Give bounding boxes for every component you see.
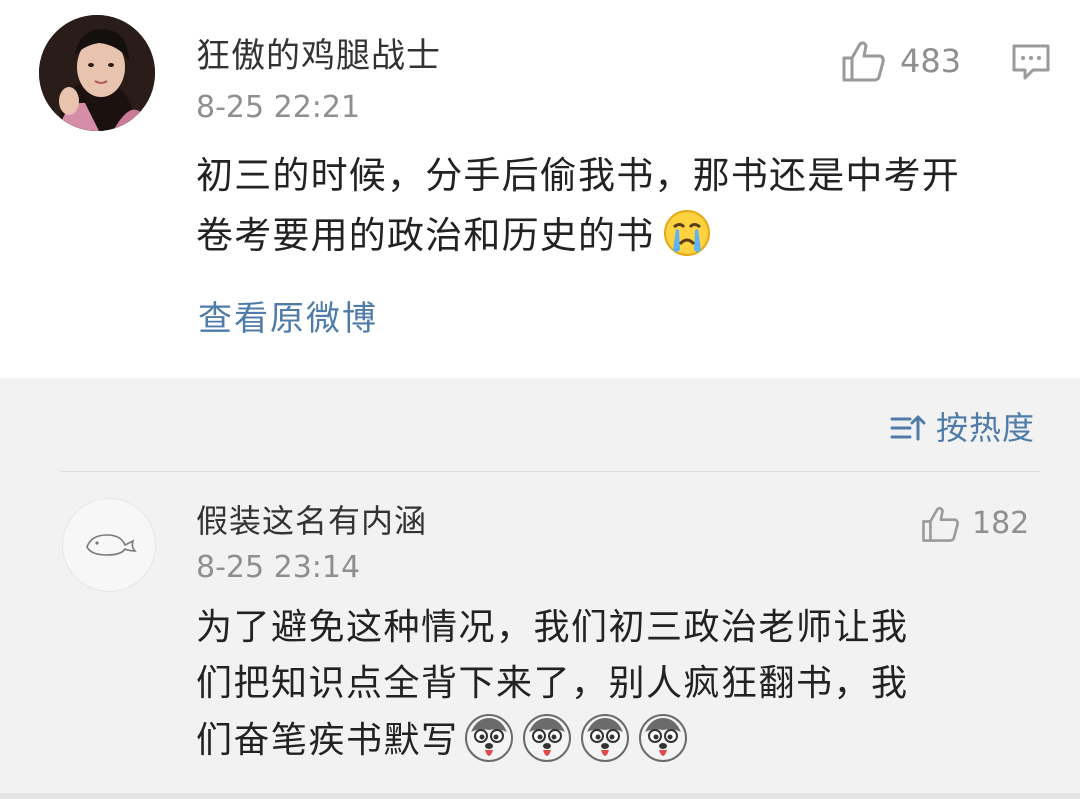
comment-avatar[interactable] — [62, 498, 156, 592]
post-time: 8-25 22:21 — [196, 90, 361, 125]
sort-label: 按热度 — [936, 409, 1036, 447]
avatar[interactable] — [39, 15, 155, 131]
comment-body-line: 为了避免这种情况，我们初三政治老师让我 — [196, 607, 909, 648]
comment-button[interactable] — [1011, 42, 1051, 86]
view-original-link[interactable]: 查看原微博 — [198, 296, 378, 342]
crying-face-icon — [662, 208, 712, 276]
weibo-comment-page: 狂傲的鸡腿战士 8-25 22:21 483 初三的时候，分手后偷我书，那书还是… — [0, 0, 1080, 799]
post-body: 初三的时候，分手后偷我书，那书还是中考开 卷考要用的政治和历史的书 — [196, 146, 1056, 276]
comment-body: 为了避免这种情况，我们初三政治老师让我 们把知识点全背下来了，别人疯狂翻书，我 … — [196, 600, 1056, 781]
husky-emoji-icon — [521, 712, 573, 781]
comment-body-line: 们把知识点全背下来了，别人疯狂翻书，我 — [196, 663, 909, 704]
like-button[interactable]: 483 — [840, 38, 961, 84]
comment-icon — [1012, 44, 1050, 80]
main-post: 狂傲的鸡腿战士 8-25 22:21 483 初三的时候，分手后偷我书，那书还是… — [0, 0, 1080, 378]
husky-emoji-icon — [579, 712, 631, 781]
comment-like-button[interactable]: 182 — [920, 504, 1029, 544]
emoji-group — [463, 712, 689, 781]
post-body-line: 初三的时候，分手后偷我书，那书还是中考开 — [196, 154, 960, 197]
sort-by-hot-button[interactable]: 按热度 — [890, 408, 1035, 448]
divider — [60, 471, 1040, 472]
comment-body-line-with-emojis: 们奋笔疾书默写 — [196, 712, 1056, 781]
thumbs-up-icon — [922, 506, 959, 542]
like-count: 483 — [900, 42, 962, 80]
divider — [0, 793, 1080, 799]
post-username[interactable]: 狂傲的鸡腿战士 — [196, 34, 441, 78]
comment-time: 8-25 23:14 — [196, 550, 361, 585]
comment-username[interactable]: 假装这名有内涵 — [196, 500, 427, 542]
comment-body-line: 们奋笔疾书默写 — [196, 720, 459, 761]
husky-emoji-icon — [637, 712, 689, 781]
post-body-line: 卷考要用的政治和历史的书 — [196, 214, 655, 257]
post-body-line-with-emoji: 卷考要用的政治和历史的书 — [196, 206, 1056, 276]
thumbs-up-icon — [842, 41, 885, 82]
husky-emoji-icon — [463, 712, 515, 781]
comment-like-count: 182 — [972, 506, 1030, 541]
sort-icon — [890, 415, 926, 441]
comment-section: 按热度 假装这名有内涵 8-25 23:14 182 为了避免这种情况，我们初三… — [0, 378, 1080, 799]
